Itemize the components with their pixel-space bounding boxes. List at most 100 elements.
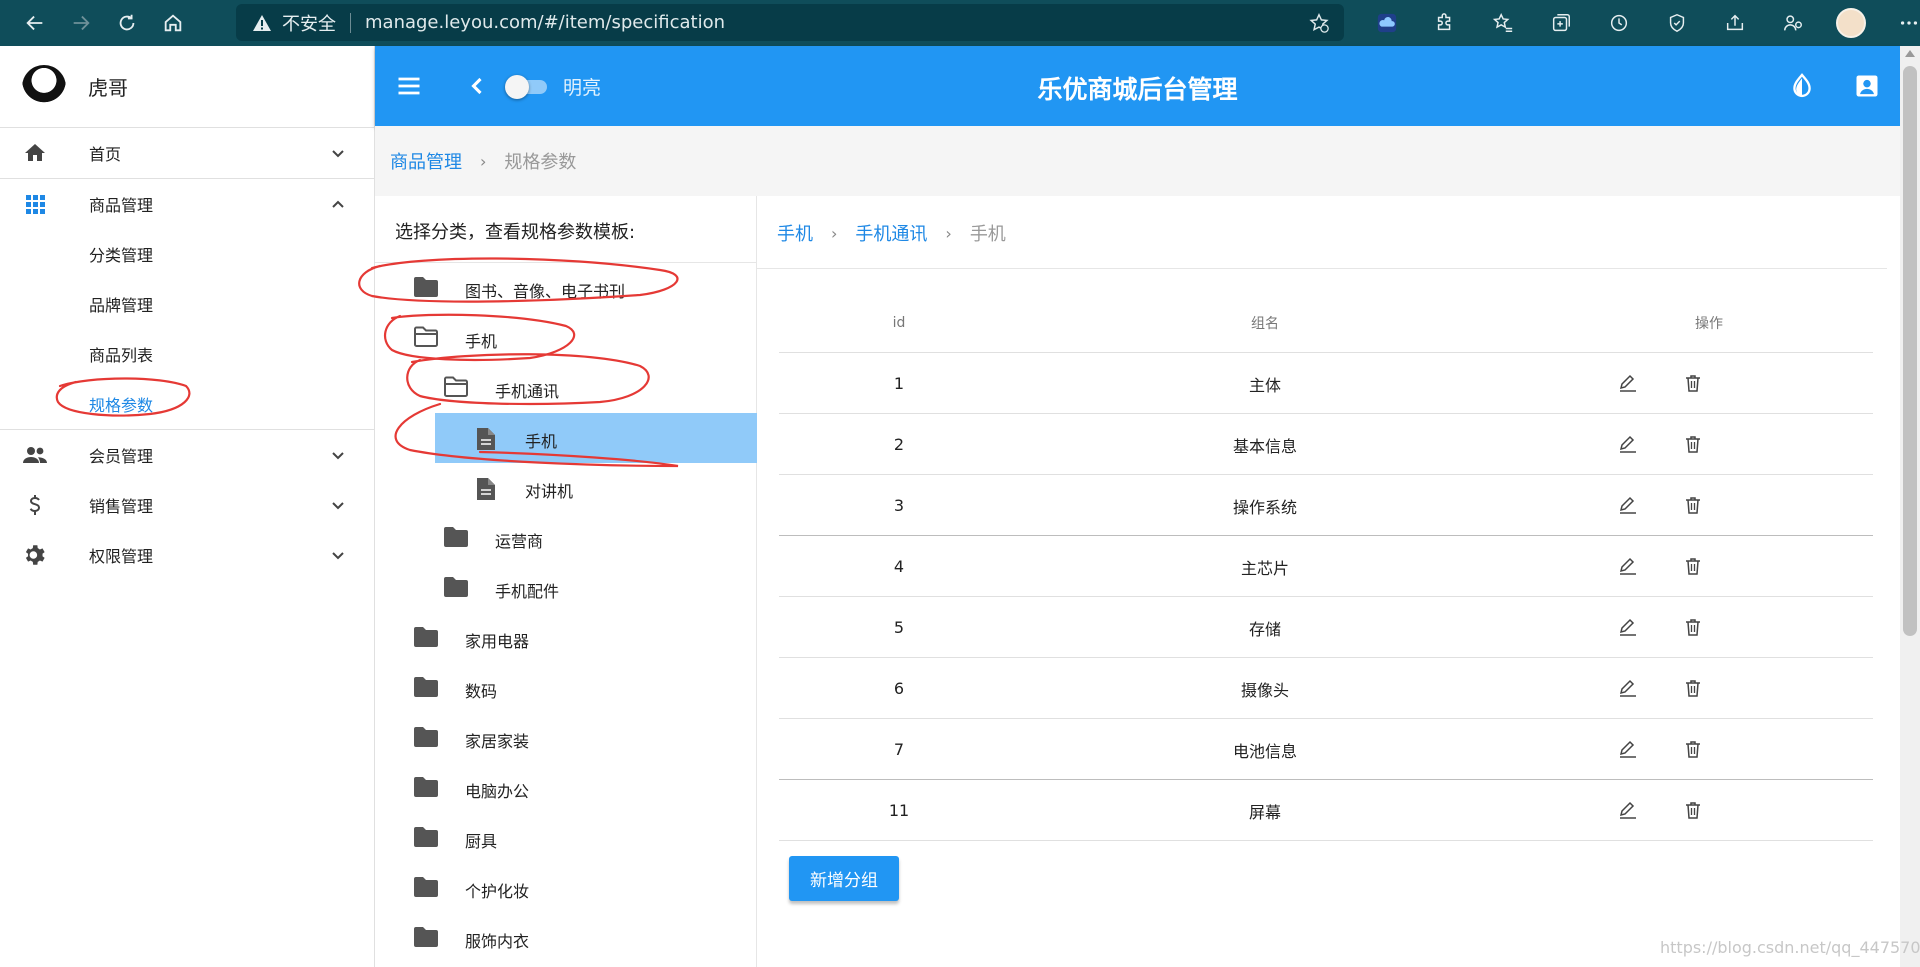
invert-colors-icon[interactable] [1788,72,1816,100]
edit-icon[interactable] [1618,617,1638,637]
tree-node[interactable]: 图书、音像、电子书刊 [375,263,757,313]
nav-item-sales[interactable]: 销售管理 [0,480,374,530]
delete-icon[interactable] [1683,678,1703,698]
cell-actions [1559,353,1859,414]
column-header-name[interactable]: 组名 [1165,292,1365,353]
cell-actions [1559,658,1859,719]
tree-node[interactable]: 手机 [375,313,757,363]
edit-icon[interactable] [1618,739,1638,759]
toggle-thumb [505,75,529,99]
apps-icon [20,192,50,216]
favorites-icon[interactable] [1474,4,1532,42]
tree-node[interactable]: 数码 [375,663,757,713]
app-bar: 乐优商城后台管理 明亮 [375,46,1900,126]
table-row: 4 主芯片 [779,536,1873,597]
scroll-up-icon[interactable] [1905,50,1915,57]
edit-icon[interactable] [1618,678,1638,698]
table-header: id 组名 操作 [779,292,1873,353]
tree-node[interactable]: 运营商 [375,513,757,563]
chevron-left-icon[interactable] [463,72,491,100]
account-box-icon[interactable] [1853,72,1881,100]
tree-node[interactable]: 个护化妆 [375,863,757,913]
folder-open-icon [443,376,469,398]
folder-open-icon [413,326,439,348]
nav-sub-category[interactable]: 分类管理 [0,229,374,279]
folder-icon [443,576,469,598]
refresh-icon[interactable] [108,4,146,42]
chevron-down-icon[interactable] [326,141,350,165]
delete-icon[interactable] [1683,434,1703,454]
tree-node-label: 厨具 [465,832,498,851]
address-bar[interactable]: 不安全 manage.leyou.com/#/item/specificatio… [236,4,1344,41]
category-path-level2[interactable]: 手机通讯 [855,220,927,246]
breadcrumb: 商品管理 › 规格参数 [390,148,576,174]
tree-node[interactable]: 手机 [375,413,757,463]
edit-icon[interactable] [1618,556,1638,576]
share-icon[interactable] [1706,4,1764,42]
browser-toolbar: 不安全 manage.leyou.com/#/item/specificatio… [0,0,1920,46]
tree-node[interactable]: 手机配件 [375,563,757,613]
delete-icon[interactable] [1683,739,1703,759]
edit-icon[interactable] [1618,800,1638,820]
chevron-up-icon[interactable] [326,192,350,216]
spec-card: 选择分类，查看规格参数模板: 图书、音像、电子书刊 手机 手机通讯 手机 对讲机 运营商手… [375,196,1900,967]
tree-node[interactable]: 家居家装 [375,713,757,763]
cell-name: 存储 [1248,619,1281,639]
tree-node[interactable]: 厨具 [375,813,757,863]
url-text[interactable]: manage.leyou.com/#/item/specification [365,12,725,33]
nav-item-label: 首页 [89,145,122,164]
puzzle-icon[interactable] [1416,4,1474,42]
forward-icon[interactable] [62,4,100,42]
nav-sub-specification[interactable]: 规格参数 [0,379,374,429]
nav-sub-goods-list[interactable]: 商品列表 [0,329,374,379]
chevron-down-icon[interactable] [326,493,350,517]
delete-icon[interactable] [1683,800,1703,820]
tree-node[interactable]: 服饰内衣 [375,913,757,963]
history-icon[interactable] [1590,4,1648,42]
edit-icon[interactable] [1618,434,1638,454]
breadcrumb-separator-icon: › [480,151,487,171]
browser-avatar[interactable] [1822,4,1880,42]
delete-icon[interactable] [1683,617,1703,637]
chevron-down-icon[interactable] [326,443,350,467]
category-path-level1[interactable]: 手机 [777,220,813,246]
tree-node[interactable]: 电脑办公 [375,763,757,813]
tree-node[interactable]: 手机通讯 [375,363,757,413]
column-header-id[interactable]: id [869,292,929,353]
edit-icon[interactable] [1618,495,1638,515]
edit-icon[interactable] [1618,373,1638,393]
cell-id: 7 [893,740,905,759]
nav-item-home[interactable]: 首页 [0,128,374,178]
cell-id: 1 [893,374,905,393]
nav-item-members[interactable]: 会员管理 [0,430,374,480]
address-separator [350,12,351,33]
add-group-button[interactable]: 新增分组 [789,856,899,901]
scrollbar-thumb[interactable] [1903,66,1917,636]
delete-icon[interactable] [1683,556,1703,576]
cell-name: 电池信息 [1232,741,1297,761]
table-row: 1 主体 [779,353,1873,414]
tree-node-label: 数码 [465,682,498,701]
menu-icon[interactable] [395,72,423,100]
tree-node[interactable]: 对讲机 [375,463,757,513]
breadcrumb-parent[interactable]: 商品管理 [390,148,462,174]
back-icon[interactable] [16,4,54,42]
profile-switch-icon[interactable] [1764,4,1822,42]
category-path: 手机 › 手机通讯 › 手机 [777,220,1006,246]
favorite-add-icon[interactable] [1308,12,1330,34]
theme-toggle[interactable] [505,74,549,99]
delete-icon[interactable] [1683,495,1703,515]
tree-node-label: 家居家装 [465,732,530,751]
collections-icon[interactable] [1532,4,1590,42]
nav-item-permissions[interactable]: 权限管理 [0,530,374,580]
delete-icon[interactable] [1683,373,1703,393]
page-scrollbar[interactable] [1900,46,1920,967]
cloud-extension-icon[interactable] [1358,4,1416,42]
browser-essentials-icon[interactable] [1648,4,1706,42]
chevron-down-icon[interactable] [326,543,350,567]
nav-sub-brand[interactable]: 品牌管理 [0,279,374,329]
more-icon[interactable] [1880,4,1920,42]
tree-node[interactable]: 家用电器 [375,613,757,663]
nav-item-products[interactable]: 商品管理 [0,179,374,229]
home-page-icon[interactable] [154,4,192,42]
